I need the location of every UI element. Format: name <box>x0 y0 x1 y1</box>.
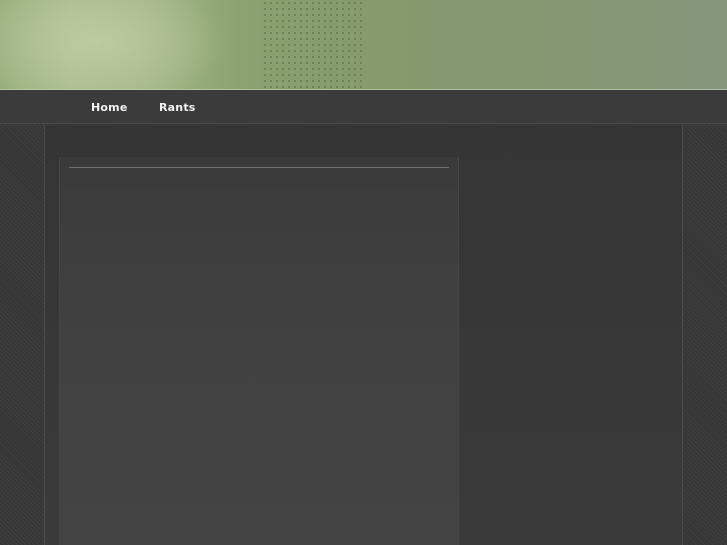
nav-link-home[interactable]: Home <box>91 101 128 114</box>
post-divider <box>69 167 449 168</box>
post-panel <box>59 157 459 545</box>
nav-link-rants[interactable]: Rants <box>159 101 196 114</box>
navigation-bar: Home Rants <box>0 90 727 124</box>
header-banner <box>0 0 727 90</box>
page: Home Rants <box>0 0 727 545</box>
